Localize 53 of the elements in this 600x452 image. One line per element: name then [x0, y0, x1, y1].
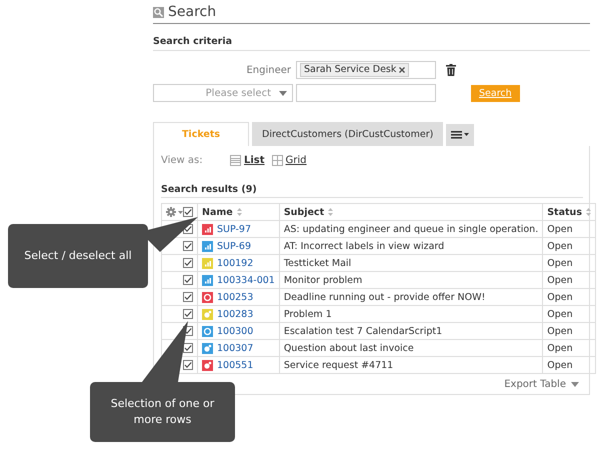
table-cell: Open	[547, 342, 573, 354]
engineer-field[interactable]: Sarah Service Desk	[296, 61, 436, 79]
table-cell: Open	[547, 258, 573, 268]
checkbox[interactable]	[183, 360, 193, 370]
table-cell: Open	[547, 308, 573, 320]
table-cell: Open	[547, 224, 573, 234]
remove-icon	[399, 67, 406, 73]
table-cell: Open	[547, 326, 573, 336]
view-option-link[interactable]: Grid	[286, 154, 307, 166]
sort-icon	[328, 208, 334, 216]
table-cell: Escalation test 7 CalendarScript1	[284, 326, 442, 336]
table-cell: Open	[547, 292, 573, 302]
engineer-tag: Sarah Service Desk	[300, 63, 410, 77]
callout: Select / deselect all	[8, 224, 148, 288]
dropdown-caret-icon	[279, 90, 287, 96]
checkbox[interactable]	[183, 241, 193, 251]
table-cell: Monitor problem	[284, 274, 362, 286]
section-heading: Search criteria	[153, 36, 590, 51]
tab[interactable]: DirectCustomers (DirCustCustomer)	[252, 122, 444, 146]
checkbox[interactable]	[183, 207, 193, 217]
sort-icon	[586, 208, 591, 216]
table-cell: AT: Incorrect labels in view wizard	[284, 240, 444, 252]
table-cell: Open	[547, 360, 573, 370]
checkbox[interactable]	[183, 258, 193, 268]
text-field[interactable]	[296, 84, 436, 102]
search-icon	[153, 6, 164, 18]
table-cell: Deadline running out - provide offer NOW!	[284, 292, 486, 302]
tab-menu-button[interactable]	[446, 124, 474, 146]
checkbox[interactable]	[183, 309, 193, 319]
table-cell: Testticket Mail	[284, 258, 352, 268]
sort-icon	[236, 208, 242, 216]
table-cell: Question about last invoice	[284, 342, 414, 354]
table-cell: Problem 1	[284, 308, 332, 320]
field-label: Engineer	[245, 64, 292, 76]
table-cell: AS: updating engineer and queue in single operation.	[284, 224, 538, 234]
table-cell: Open	[547, 274, 573, 286]
checkbox[interactable]	[183, 275, 193, 285]
grid-icon	[272, 154, 283, 166]
checkbox[interactable]	[183, 343, 193, 353]
checkbox[interactable]	[183, 292, 193, 302]
trash-icon	[446, 64, 456, 76]
column-header[interactable]: Subject	[284, 206, 324, 218]
page-title: Search	[168, 4, 216, 20]
table-cell: Open	[547, 240, 573, 252]
settings-icon	[166, 207, 183, 217]
results-heading: Search results (9)	[161, 184, 583, 198]
view-label: View as:	[161, 154, 204, 166]
list-icon	[230, 154, 241, 166]
menu-icon	[451, 131, 470, 139]
table-cell: Service request #4711	[284, 360, 394, 370]
view-option-link[interactable]: List	[244, 154, 265, 166]
export-table-button[interactable]: Export Table	[504, 379, 583, 390]
caret-icon	[571, 382, 579, 387]
